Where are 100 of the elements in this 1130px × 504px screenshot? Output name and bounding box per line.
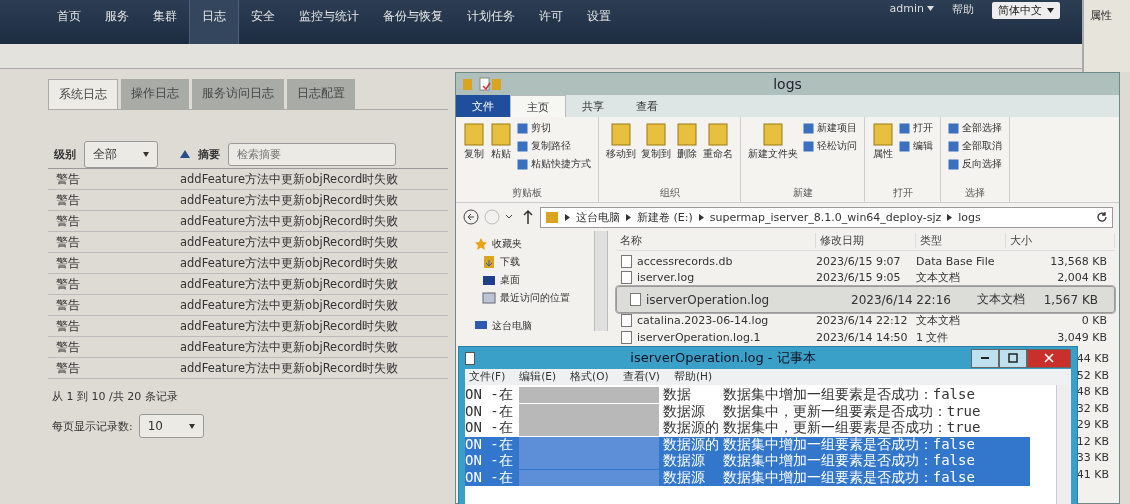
user-menu[interactable]: admin — [889, 2, 934, 15]
ribbon-button[interactable]: 轻松访问 — [803, 139, 857, 153]
ribbon-button[interactable]: 粘贴 — [490, 121, 512, 171]
file-row[interactable]: iserverOperation.log 2023/6/14 22:16 文本文档 1,567 KB — [616, 286, 1115, 313]
ribbon-button[interactable]: 反向选择 — [948, 157, 1002, 171]
breadcrumb[interactable]: 这台电脑 — [576, 209, 620, 225]
log-tab[interactable]: 服务访问日志 — [192, 79, 284, 109]
refresh-icon[interactable] — [1096, 211, 1108, 223]
log-tab[interactable]: 日志配置 — [287, 79, 355, 109]
scrollbar[interactable] — [594, 231, 608, 331]
table-cell: addFeature方法中更新objRecord时失败 — [180, 171, 399, 187]
nav-item[interactable]: 首页 — [45, 0, 93, 44]
column-header[interactable]: 大小 — [1006, 233, 1115, 248]
scrollbar[interactable] — [1056, 385, 1071, 504]
nav-item[interactable]: 服务 — [93, 0, 141, 44]
ribbon-tab[interactable]: 共享 — [566, 95, 620, 117]
log-tab[interactable]: 系统日志 — [48, 79, 118, 109]
nav-item[interactable]: 集群 — [141, 0, 189, 44]
sort-arrow-icon[interactable] — [180, 150, 190, 158]
column-header[interactable]: 修改日期 — [816, 233, 916, 248]
file-row[interactable]: iserverOperation.log.1 2023/6/14 14:50 1 文件 3,049 KB — [616, 329, 1115, 346]
nav-item[interactable]: 许可 — [527, 0, 575, 44]
breadcrumb[interactable]: 新建卷 (E:) — [637, 209, 693, 225]
text-area[interactable]: ON -在 数据 数据集中增加一组要素是否成功：false ON -在 数据源 数据集中，更新一组要素是否成功：true ON -在 数据源的 数据集中，更新一组要素是否成功：true ON -在 数据源的 数据集中增加一组要素是否成功：false ON -在 数据源 数据集中增加一组要素是否成功：false ON -在 数据源 数据集中增加一组要素是否成功：false — [465, 385, 1071, 504]
breadcrumb[interactable]: supermap_iserver_8.1.0_win64_deploy-sjz — [709, 210, 942, 224]
ribbon-group-label: 选择 — [964, 186, 986, 200]
nav-item[interactable]: 计划任务 — [455, 0, 527, 44]
ribbon-tab[interactable]: 文件 — [456, 95, 510, 117]
maximize-button[interactable] — [999, 348, 1027, 368]
nav-pane-item[interactable]: 桌面 — [474, 273, 594, 287]
ribbon-button[interactable]: 新建项目 — [803, 121, 857, 135]
summary-search-field[interactable]: 检索摘要 — [228, 142, 396, 166]
ribbon-button[interactable]: 删除 — [676, 121, 698, 161]
ribbon-tab[interactable]: 主页 — [510, 95, 566, 117]
menu-item[interactable]: 编辑(E) — [519, 370, 557, 384]
nav-item[interactable]: 监控与统计 — [287, 0, 371, 44]
log-tab[interactable]: 操作日志 — [121, 79, 189, 109]
language-select[interactable]: 简体中文 — [992, 2, 1060, 19]
ribbon-button[interactable]: 打开 — [899, 121, 933, 135]
table-cell-text: 警告 — [55, 171, 81, 187]
address-bar[interactable]: 这台电脑 新建卷 (E:) supermap_iserver_8.1.0_win64_deploy-sjz logs — [540, 206, 1113, 228]
page-size-select[interactable]: 10 — [138, 414, 204, 438]
log-text: 数据源 — [661, 402, 706, 420]
file-row[interactable]: catalina.2023-06-14.log 2023/6/14 22:12 文本文档 0 KB — [616, 312, 1115, 329]
nav-pane-item[interactable]: 这台电脑 — [474, 319, 594, 333]
menu-item[interactable]: 文件(F) — [469, 370, 506, 384]
ribbon-button[interactable]: 移动到 — [606, 121, 636, 161]
menu-item[interactable]: 格式(O) — [570, 370, 609, 384]
minimize-button[interactable] — [971, 348, 999, 368]
nav-pane-item[interactable]: 最近访问的位置 — [474, 291, 594, 305]
log-text: 数据集中增加一组要素是否成功：false — [722, 468, 975, 487]
file-row[interactable]: iserver.log 2023/6/15 9:05 文本文档 2,004 KB — [616, 269, 1115, 286]
file-size: 33 KB — [1076, 450, 1109, 466]
ribbon-button[interactable]: 全部选择 — [948, 121, 1002, 135]
table-cell: addFeature方法中更新objRecord时失败 — [180, 318, 399, 334]
nav-item[interactable]: 设置 — [575, 0, 623, 44]
column-header[interactable]: 类型 — [916, 233, 1006, 248]
table-cell-text: 警告 — [55, 255, 81, 271]
ribbon-button[interactable]: 新建文件夹 — [748, 121, 798, 161]
file-icon — [621, 271, 632, 285]
nav-pane-item[interactable]: 下载 — [474, 255, 594, 269]
ribbon-button[interactable]: 剪切 — [517, 121, 591, 135]
column-header[interactable]: 名称 — [616, 233, 816, 248]
menu-item[interactable]: 帮助(H) — [673, 370, 712, 384]
ribbon-button[interactable]: 粘贴快捷方式 — [517, 157, 591, 171]
ribbon-button[interactable]: 复制到 — [641, 121, 671, 161]
breadcrumb[interactable]: logs — [958, 210, 981, 224]
quick-access-toolbar-icon[interactable] — [462, 77, 502, 91]
ribbon-button[interactable]: 重命名 — [703, 121, 733, 161]
ribbon-button[interactable]: 复制路径 — [517, 139, 591, 153]
square-icon — [899, 122, 910, 134]
level-select[interactable]: 全部 — [84, 140, 158, 168]
folder-icon — [610, 121, 632, 147]
ribbon-tab[interactable]: 查看 — [620, 95, 674, 117]
ribbon-button[interactable]: 全部取消 — [948, 139, 1002, 153]
log-text: ON -在 — [465, 452, 513, 471]
chevron-icon — [565, 213, 570, 221]
log-text: 数据集中增加一组要素是否成功：false — [722, 452, 975, 470]
ribbon-button[interactable]: 复制 — [463, 121, 485, 171]
minimize-icon — [981, 357, 989, 359]
file-size: 52 KB — [1076, 367, 1109, 384]
square-icon — [517, 158, 528, 170]
log-text: 数据集中增加一组要素是否成功：false — [722, 386, 975, 404]
help-link[interactable]: 帮助 — [952, 2, 974, 17]
nav-pane-item[interactable]: 收藏夹 — [474, 237, 594, 251]
file-row[interactable]: accessrecords.db 2023/6/15 9:07 Data Base File 13,568 KB — [616, 253, 1115, 270]
nav-item[interactable]: 日志 — [189, 0, 239, 44]
nav-item[interactable]: 备份与恢复 — [371, 0, 455, 44]
filter-label: 摘要 — [198, 146, 220, 162]
file-size: 48 KB — [1076, 384, 1109, 400]
maximize-icon — [1008, 353, 1018, 363]
ribbon-button[interactable]: 属性 — [872, 121, 894, 161]
star-icon — [474, 237, 488, 251]
table-cell: addFeature方法中更新objRecord时失败 — [180, 276, 399, 292]
ribbon-button[interactable]: 编辑 — [899, 139, 933, 153]
menu-item[interactable]: 查看(V) — [622, 370, 660, 384]
log-text: 数据集中，更新一组要素是否成功：true — [722, 419, 981, 437]
up-arrow-icon[interactable] — [522, 209, 534, 225]
close-button[interactable] — [1027, 348, 1071, 368]
nav-item[interactable]: 安全 — [239, 0, 287, 44]
